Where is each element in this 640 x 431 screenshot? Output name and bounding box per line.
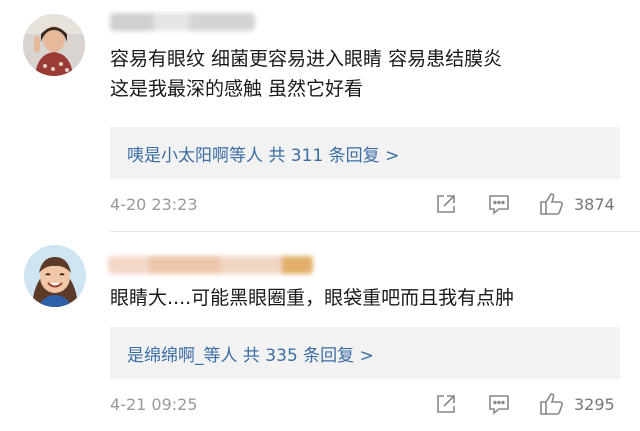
comment-text-line: 眼睛大....可能黑眼圈重，眼袋重吧而且我有点肿: [110, 287, 515, 309]
reply-count[interactable]: 共 335 条回复 >: [243, 346, 374, 366]
timestamp: 4-21 09:25: [110, 395, 198, 414]
comment-icon[interactable]: [487, 392, 511, 416]
comment-meta: 4-20 23:23 3874: [0, 190, 640, 220]
thumbs-up-icon[interactable]: [539, 392, 563, 416]
username-blurred[interactable]: [110, 13, 255, 31]
timestamp: 4-20 23:23: [110, 195, 198, 214]
like-count: 3295: [574, 395, 615, 414]
reply-names[interactable]: 是绵绵啊_等人: [127, 346, 238, 366]
thumbs-up-icon[interactable]: [539, 192, 563, 216]
reply-count[interactable]: 共 311 条回复 >: [268, 146, 399, 166]
replies-link[interactable]: 咦是小太阳啊等人 共 311 条回复 >: [127, 141, 399, 166]
share-icon[interactable]: [434, 192, 458, 216]
reply-names[interactable]: 咦是小太阳啊等人: [127, 146, 263, 166]
comment-item: 容易有眼纹 细菌更容易进入眼睛 容易患结膜炎 这是我最深的感触 虽然它好看 咦是…: [0, 0, 640, 232]
comment-meta: 4-21 09:25 3295: [0, 390, 640, 420]
avatar[interactable]: [24, 245, 86, 307]
comment-text: 容易有眼纹 细菌更容易进入眼睛 容易患结膜炎 这是我最深的感触 虽然它好看: [110, 44, 502, 104]
username-blurred[interactable]: [108, 256, 313, 274]
comment-text-line: 这是我最深的感触 虽然它好看: [110, 78, 364, 100]
comment-text-line: 容易有眼纹 细菌更容易进入眼睛 容易患结膜炎: [110, 48, 503, 70]
share-icon[interactable]: [434, 392, 458, 416]
like-count: 3874: [574, 195, 615, 214]
replies-preview[interactable]: 是绵绵啊_等人 共 335 条回复 >: [110, 327, 620, 379]
comment-item: 眼睛大....可能黑眼圈重，眼袋重吧而且我有点肿 是绵绵啊_等人 共 335 条…: [0, 232, 640, 431]
comment-text: 眼睛大....可能黑眼圈重，眼袋重吧而且我有点肿: [110, 283, 514, 313]
comment-icon[interactable]: [487, 192, 511, 216]
replies-preview[interactable]: 咦是小太阳啊等人 共 311 条回复 >: [110, 127, 620, 179]
avatar[interactable]: [23, 14, 85, 76]
replies-link[interactable]: 是绵绵啊_等人 共 335 条回复 >: [127, 341, 374, 366]
